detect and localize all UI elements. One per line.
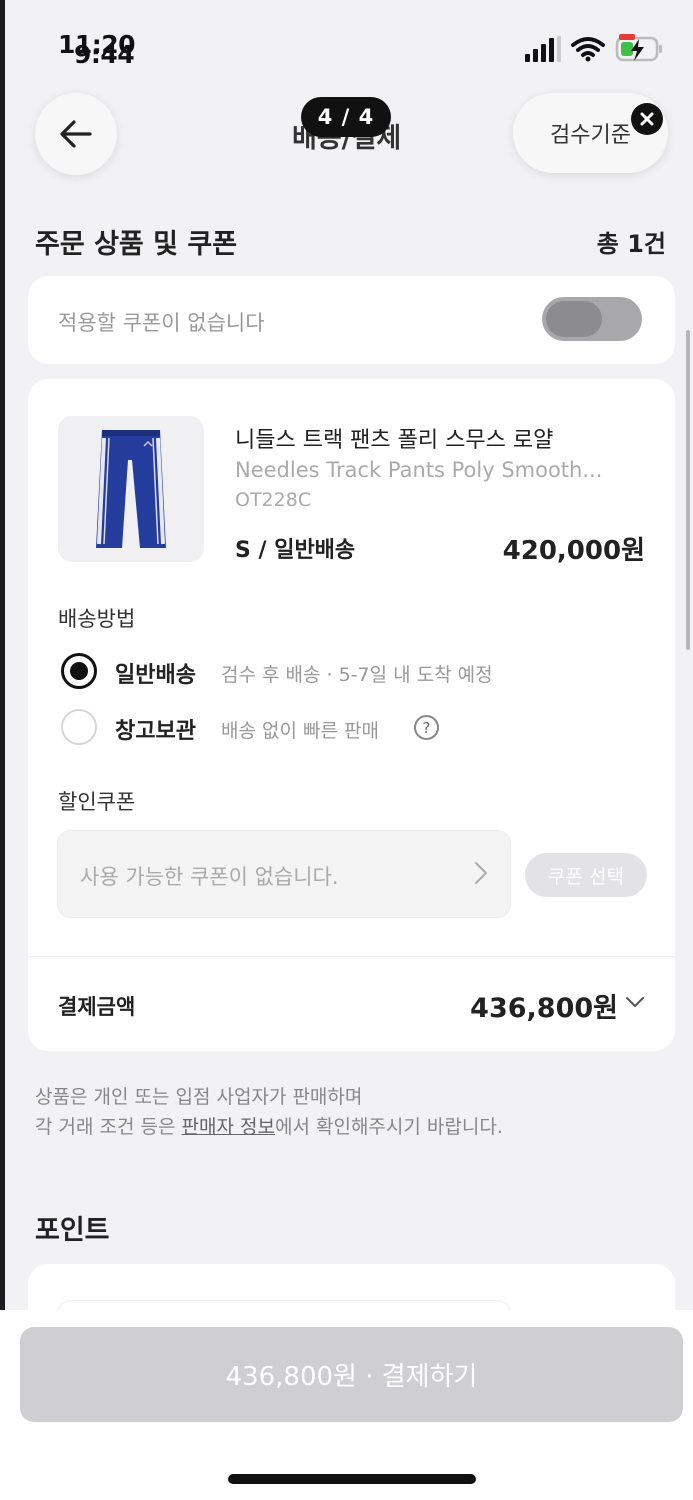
- notice-line-2-suffix: 에서 확인해주시기 바랍니다.: [274, 1116, 503, 1138]
- help-icon[interactable]: ?: [414, 715, 439, 740]
- home-indicator: [228, 1474, 476, 1484]
- shipping-method-label: 배송방법: [58, 607, 136, 631]
- radio-warehouse-storage[interactable]: [61, 709, 97, 745]
- screen-edge: [0, 0, 5, 1500]
- standard-shipping-desc: 검수 후 배송 · 5-7일 내 도착 예정: [221, 664, 493, 686]
- product-name-en: Needles Track Pants Poly Smooth...: [235, 458, 603, 482]
- discount-coupon-label: 할인쿠폰: [58, 790, 136, 814]
- status-icons: [525, 34, 663, 64]
- scrollbar[interactable]: [686, 330, 690, 650]
- warehouse-storage-title[interactable]: 창고보관: [115, 713, 196, 745]
- chevron-right-icon: [475, 862, 487, 884]
- divider: [28, 956, 675, 957]
- points-section-title: 포인트: [35, 1215, 110, 1246]
- page-indicator-badge: 4 / 4: [301, 97, 391, 137]
- seller-info-link[interactable]: 판매자 정보: [182, 1116, 275, 1138]
- order-count: 총 1건: [596, 230, 666, 258]
- back-button[interactable]: [35, 93, 117, 175]
- coupon-select-placeholder: 사용 가능한 쿠폰이 없습니다.: [80, 865, 339, 889]
- status-time: 9:44: [74, 40, 135, 69]
- close-icon[interactable]: [631, 103, 663, 135]
- payment-amount-label: 결제금액: [58, 995, 136, 1019]
- no-coupon-text: 적용할 쿠폰이 없습니다: [58, 311, 265, 335]
- toggle-knob: [546, 301, 602, 337]
- product-code: OT228C: [235, 489, 312, 511]
- notice-line-1: 상품은 개인 또는 입점 사업자가 판매하며: [35, 1086, 363, 1108]
- inspection-criteria-label: 검수기준: [550, 123, 631, 148]
- coupon-toggle[interactable]: [542, 297, 642, 341]
- product-thumbnail[interactable]: [58, 416, 204, 562]
- notice-line-2-prefix: 각 거래 조건 등은: [35, 1116, 182, 1138]
- notice-line-2: 각 거래 조건 등은 판매자 정보에서 확인해주시기 바랍니다.: [35, 1112, 503, 1142]
- signal-icon: [525, 36, 561, 62]
- radio-standard-shipping[interactable]: [61, 653, 97, 689]
- payment-amount[interactable]: 436,800원: [470, 986, 618, 1025]
- product-option: S / 일반배송: [235, 538, 356, 563]
- battery-charging-icon: [615, 34, 662, 62]
- seller-notice: 상품은 개인 또는 입점 사업자가 판매하며 각 거래 조건 등은 판매자 정보…: [35, 1082, 503, 1142]
- coupon-toggle-card: 적용할 쿠폰이 없습니다: [28, 276, 675, 364]
- standard-shipping-title[interactable]: 일반배송: [115, 657, 196, 689]
- product-price: 420,000원: [502, 536, 645, 566]
- product-name-ko[interactable]: 니들스 트랙 팬츠 폴리 스무스 로얄: [235, 422, 553, 454]
- wifi-icon: [571, 37, 605, 62]
- chevron-down-icon[interactable]: [625, 995, 645, 1009]
- pay-button[interactable]: 436,800원 · 결제하기: [20, 1327, 683, 1422]
- order-section-title: 주문 상품 및 쿠폰: [35, 229, 238, 260]
- coupon-select-field[interactable]: 사용 가능한 쿠폰이 없습니다.: [57, 830, 511, 918]
- track-pants-image: [96, 430, 166, 548]
- product-card: 니들스 트랙 팬츠 폴리 스무스 로얄 Needles Track Pants …: [28, 379, 675, 1051]
- coupon-select-button[interactable]: 쿠폰 선택: [525, 853, 647, 897]
- arrow-left-icon: [60, 120, 92, 148]
- warehouse-storage-desc: 배송 없이 빠른 판매: [221, 720, 379, 742]
